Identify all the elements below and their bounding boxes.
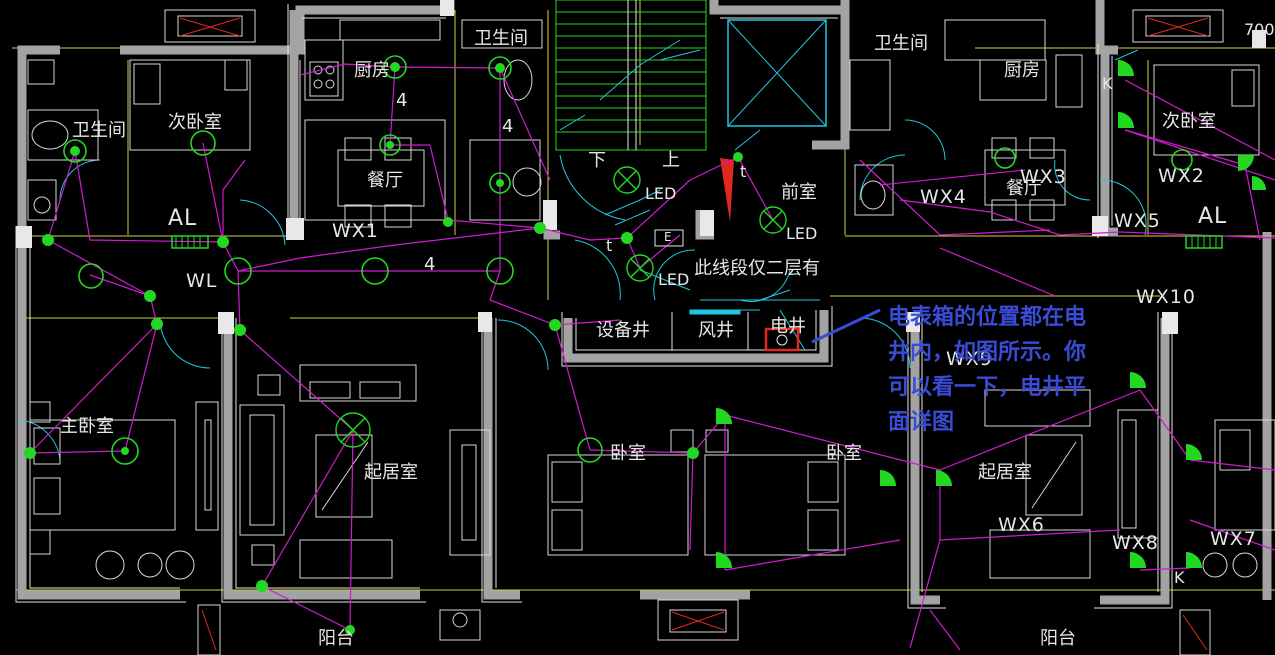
room-label-bath-right: 卫生间 [874, 33, 928, 54]
room-label-living-left: 起居室 [364, 462, 418, 483]
room-label-foyer: 前室 [781, 182, 817, 203]
tag-wx3: WX3 [1020, 166, 1067, 188]
room-label-air-shaft: 风井 [698, 320, 734, 341]
dimension-label: 700 [1244, 20, 1275, 39]
circuit-number-a: 4 [396, 90, 408, 111]
room-label-bath-left: 卫生间 [72, 120, 126, 141]
tag-wx1: WX1 [332, 220, 379, 242]
t-label-1: t [606, 236, 613, 255]
circuit-number-c: 4 [424, 254, 436, 275]
tag-al-left: AL [168, 206, 198, 231]
room-label-bedroom-center-left: 卧室 [610, 443, 646, 464]
room-label-electric-shaft: 电井 [770, 316, 806, 337]
annotation-line-3: 可以看一下，电井平 [888, 375, 1087, 400]
tag-wx6: WX6 [998, 514, 1045, 536]
room-label-dining-left: 餐厅 [367, 170, 403, 191]
tag-wl: WL [186, 270, 218, 292]
tag-wx5: WX5 [1114, 210, 1161, 232]
room-label-living-right: 起居室 [978, 462, 1032, 483]
room-label-kitchen-left: 厨房 [354, 60, 390, 81]
room-label-master-bedroom: 主卧室 [60, 416, 114, 437]
stair-note-label: 此线段仅二层有 [694, 258, 820, 279]
e-box-label: E [664, 230, 672, 244]
annotation-line-2: 井内，如图所示。你 [888, 340, 1087, 365]
tag-wx8: WX8 [1112, 532, 1159, 554]
room-label-equipment-shaft: 设备井 [596, 320, 650, 341]
room-label-second-bedroom-right: 次卧室 [1162, 111, 1216, 132]
stair-up-label: 上 [662, 150, 680, 171]
room-label-bedroom-center-right: 卧室 [826, 443, 862, 464]
tag-wx4: WX4 [920, 186, 967, 208]
room-label-kitchen-right: 厨房 [1004, 60, 1040, 81]
t-label-2: t [740, 162, 747, 181]
room-label-balcony-right: 阳台 [1040, 628, 1076, 649]
led-label-3: LED [786, 224, 818, 243]
room-label-second-bedroom-left: 次卧室 [168, 112, 222, 133]
stair-down-label: 下 [588, 150, 606, 171]
tag-al-right: AL [1198, 204, 1228, 229]
k-label-2: K [1174, 568, 1185, 587]
circuit-number-b: 4 [502, 116, 514, 137]
room-label-balcony-left: 阳台 [318, 628, 354, 649]
room-label-bath-center: 卫生间 [474, 28, 528, 49]
tag-wx7: WX7 [1210, 528, 1257, 550]
k-label-1: K [1102, 74, 1113, 93]
led-label-2: LED [658, 270, 690, 289]
led-label-1: LED [645, 184, 677, 203]
annotation-line-1: 电表箱的位置都在电 [888, 305, 1087, 330]
meter-box-annotation: 电表箱的位置都在电 井内，如图所示。你 可以看一下，电井平 面详图 [888, 300, 1148, 440]
tag-wx2: WX2 [1158, 165, 1205, 187]
annotation-line-4: 面详图 [888, 410, 955, 435]
